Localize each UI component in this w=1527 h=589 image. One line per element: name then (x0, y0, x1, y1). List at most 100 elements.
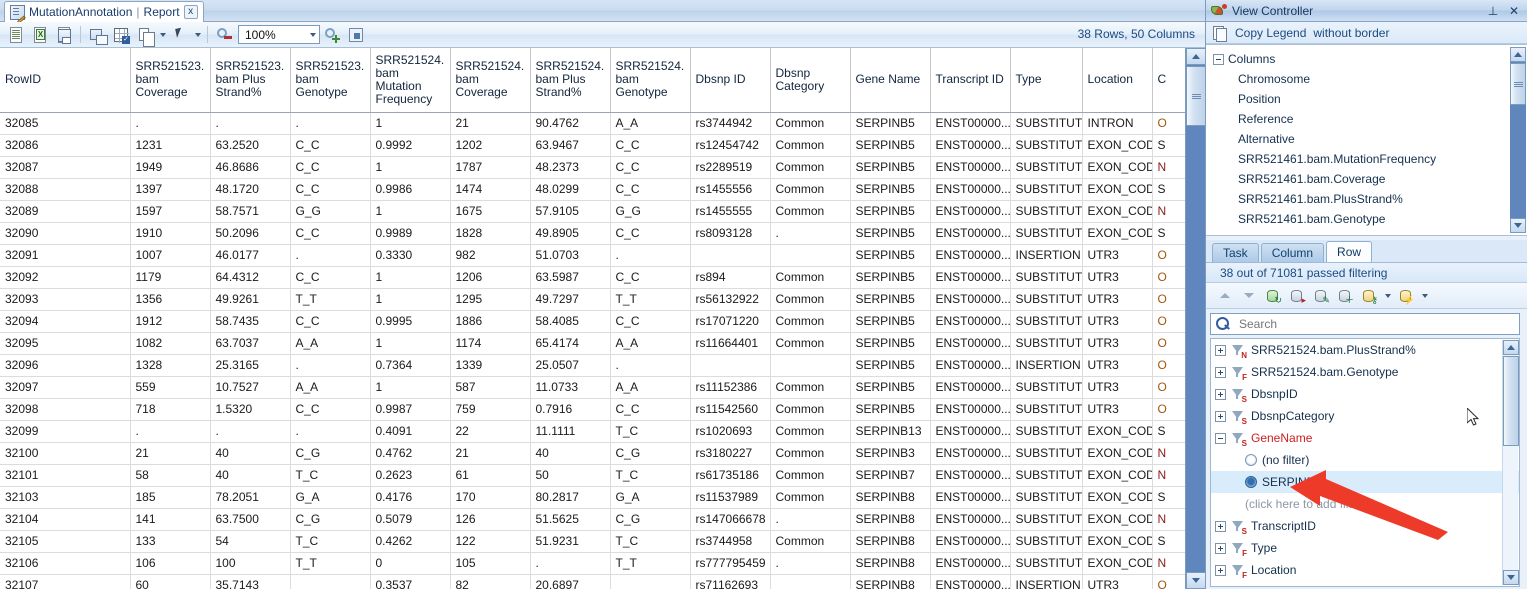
table-cell[interactable]: ENST00000... (930, 244, 1011, 267)
table-cell[interactable]: 32097 (0, 376, 131, 399)
table-cell[interactable]: rs12454742 (690, 134, 771, 157)
move-up-icon[interactable] (1214, 285, 1236, 306)
columns-scroll-down-button[interactable] (1510, 218, 1526, 233)
tab-task[interactable]: Task (1212, 243, 1259, 262)
table-cell[interactable] (770, 244, 851, 267)
copy-legend-bar[interactable]: Copy Legend without border (1206, 22, 1527, 44)
table-cell[interactable]: 63.9467 (530, 134, 611, 157)
table-cell[interactable]: ENST00000... (930, 200, 1011, 223)
lightning-database-icon[interactable]: ⚡ (1395, 285, 1417, 306)
table-cell[interactable]: 58.7571 (210, 200, 291, 223)
table-cell[interactable]: 48.2373 (530, 156, 611, 179)
table-cell[interactable]: 32099 (0, 420, 131, 443)
table-cell[interactable]: 32092 (0, 266, 131, 289)
table-cell[interactable]: SERPINB5 (850, 376, 931, 399)
table-cell[interactable]: 32100 (0, 442, 131, 465)
table-cell[interactable]: 80.2817 (530, 486, 611, 509)
columns-tree-item-1[interactable]: Position (1208, 89, 1527, 109)
table-cell[interactable]: 1 (370, 112, 451, 135)
export-text-icon[interactable] (5, 24, 27, 45)
table-cell[interactable]: A_A (610, 332, 691, 355)
collapse-icon[interactable] (1215, 432, 1226, 444)
table-cell[interactable]: SUBSTITUT... (1010, 398, 1083, 421)
table-cell[interactable]: Common (770, 178, 851, 201)
data-grid-scroll-area[interactable]: RowID SRR521523.bam Coverage SRR521523.bam… (0, 48, 1205, 589)
table-cell[interactable]: EXON_COD... (1082, 464, 1153, 487)
table-cell[interactable]: 1206 (450, 266, 531, 289)
table-cell[interactable]: 0.4176 (370, 486, 451, 509)
table-cell[interactable]: . (530, 552, 611, 575)
table-cell[interactable]: 63.5987 (530, 266, 611, 289)
table-row[interactable]: 32091 1007 46.0177. 0.3330 982 51.0703. SERPIN… (0, 244, 1186, 267)
table-cell[interactable]: 1339 (450, 354, 531, 377)
table-cell[interactable]: 1082 (130, 332, 211, 355)
table-cell[interactable]: 126 (450, 508, 531, 531)
table-cell[interactable]: SERPINB8 (850, 552, 931, 575)
table-cell[interactable]: Common (770, 442, 851, 465)
table-cell[interactable]: 105 (450, 552, 531, 575)
table-cell[interactable]: O (1152, 574, 1186, 589)
table-cell[interactable]: EXON_COD... (1082, 552, 1153, 575)
table-cell[interactable]: . (770, 508, 851, 531)
table-cell[interactable]: rs71162693 (690, 574, 771, 589)
table-cell[interactable]: ENST00000... (930, 398, 1011, 421)
table-cell[interactable]: 32096 (0, 354, 131, 377)
scroll-up-button[interactable] (1186, 48, 1206, 65)
table-cell[interactable]: 25.3165 (210, 354, 291, 377)
table-row[interactable]: 32094 1912 58.7435 C_C 0.9995 1886 58.4085 C_C r… (0, 310, 1186, 333)
expand-icon[interactable] (1215, 344, 1226, 356)
column-header-9[interactable]: Dbsnp Category (770, 48, 851, 113)
table-cell[interactable]: 50.2096 (210, 222, 291, 245)
table-cell[interactable]: 20.6897 (530, 574, 611, 589)
table-row[interactable]: 32103 185 78.2051 G_A 0.4176 170 80.2817 G_A rs1… (0, 486, 1186, 509)
table-cell[interactable]: INTRON (1082, 112, 1153, 135)
table-cell[interactable]: C_C (290, 156, 371, 179)
table-cell[interactable]: C_C (290, 398, 371, 421)
columns-scroll-thumb[interactable] (1510, 63, 1526, 105)
table-cell[interactable]: 1.5320 (210, 398, 291, 421)
table-cell[interactable]: 559 (130, 376, 211, 399)
columns-tree-panel[interactable]: Columns Chromosome Position Reference Altern… (1206, 44, 1527, 236)
key-database-icon[interactable]: ⚷ (1358, 285, 1380, 306)
table-cell[interactable]: . (770, 552, 851, 575)
tab-column[interactable]: Column (1260, 243, 1325, 262)
table-cell[interactable]: . (610, 244, 691, 267)
table-cell[interactable]: 90.4762 (530, 112, 611, 135)
table-cell[interactable]: T_C (290, 464, 371, 487)
search-box[interactable] (1210, 313, 1520, 335)
table-cell[interactable]: rs1020693 (690, 420, 771, 443)
table-cell[interactable]: A_A (290, 376, 371, 399)
table-cell[interactable]: O (1152, 266, 1186, 289)
expand-icon[interactable] (1215, 410, 1226, 422)
table-cell[interactable]: 40 (530, 442, 611, 465)
table-cell[interactable]: S (1152, 178, 1186, 201)
table-cell[interactable]: G_G (610, 200, 691, 223)
search-input[interactable] (1237, 316, 1502, 332)
table-cell[interactable]: SUBSTITUT... (1010, 112, 1083, 135)
table-cell[interactable]: ENST00000... (930, 156, 1011, 179)
radio-checked[interactable] (1245, 476, 1257, 488)
pointer-dropdown-icon[interactable] (192, 24, 203, 45)
table-cell[interactable]: ENST00000... (930, 530, 1011, 553)
table-cell[interactable]: EXON_COD... (1082, 134, 1153, 157)
table-cell[interactable]: 1828 (450, 222, 531, 245)
table-cell[interactable]: 1328 (130, 354, 211, 377)
table-cell[interactable]: 32098 (0, 398, 131, 421)
table-cell[interactable]: UTR3 (1082, 376, 1153, 399)
table-cell[interactable] (770, 574, 851, 589)
table-cell[interactable]: EXON_COD... (1082, 530, 1153, 553)
table-cell[interactable]: 61 (450, 464, 531, 487)
filter-list-item-7[interactable]: (click here to add filter) (1211, 493, 1519, 515)
select-grid-icon[interactable]: ✓ (110, 24, 132, 45)
table-cell[interactable]: rs3180227 (690, 442, 771, 465)
table-cell[interactable]: C_C (610, 310, 691, 333)
table-cell[interactable]: Common (770, 464, 851, 487)
row-filter-list[interactable]: N SRR521524.bam.PlusStrand% F SRR521524.bam… (1210, 338, 1520, 587)
column-header-3[interactable]: SRR521523.bam Genotype (290, 48, 371, 113)
table-cell[interactable]: . (290, 420, 371, 443)
table-cell[interactable]: 11.1111 (530, 420, 611, 443)
table-row[interactable]: 32089 1597 58.7571 G_G 1 1675 57.9105 G_G rs1455… (0, 200, 1186, 223)
table-cell[interactable]: 32090 (0, 222, 131, 245)
table-cell[interactable]: 718 (130, 398, 211, 421)
column-header-8[interactable]: Dbsnp ID (690, 48, 771, 113)
